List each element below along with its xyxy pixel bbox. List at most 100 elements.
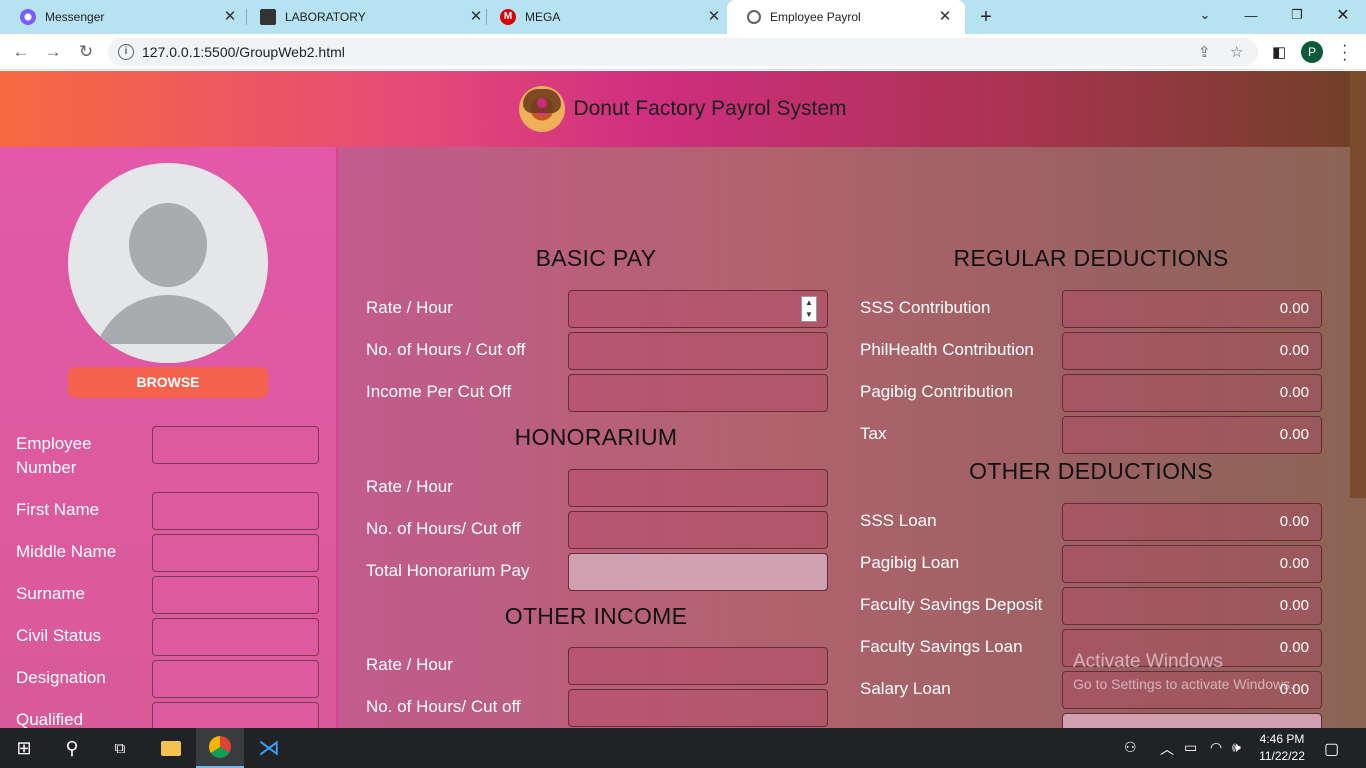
income-per-cutoff-input[interactable] [568,374,828,412]
tab-mega[interactable]: M MEGA ✕ [480,0,726,34]
page-title: Donut Factory Payrol System [573,97,847,120]
avatar [68,163,268,363]
sss-loan-label: SSS Loan [860,511,937,530]
info-icon[interactable]: i [118,44,134,60]
browser-tab-strip: Messenger ✕ LABORATORY ✕ M MEGA ✕ Employ… [0,0,1366,34]
income-per-cutoff-label: Income Per Cut Off [366,382,512,401]
back-button[interactable]: ← [10,41,32,63]
other-income-hours-input[interactable] [568,689,828,727]
side-panel-icon[interactable]: ◧ [1272,43,1286,61]
browse-button[interactable]: BROWSE [68,367,268,398]
total-honorarium-label: Total Honorarium Pay [366,561,530,580]
honorarium-rate-input[interactable] [568,469,828,507]
new-tab-button[interactable]: + [976,7,996,27]
battery-icon[interactable]: ▭ [1184,739,1197,756]
employee-number-input[interactable] [152,426,319,464]
tab-label: LABORATORY [285,10,366,24]
star-icon[interactable]: ☆ [1230,43,1243,61]
forward-button[interactable]: → [42,41,64,63]
sss-contribution-input[interactable]: 0.00 [1062,290,1322,328]
regular-deductions-title: REGULAR DEDUCTIONS [953,245,1229,271]
vscode-icon[interactable]: ⋊ [246,728,292,768]
basic-hours-input[interactable] [568,332,828,370]
basic-rate-input[interactable]: ▲ ▼ [568,290,828,328]
menu-icon[interactable]: · · · [1342,38,1348,68]
donut-logo-icon [519,86,566,132]
pagibig-loan-label: Pagibig Loan [860,553,960,572]
philhealth-contribution-input[interactable]: 0.00 [1062,332,1322,370]
honorarium-hours-input[interactable] [568,511,828,549]
close-icon[interactable]: ✕ [937,9,953,25]
taskbar: ⊞ ⚲ ⧉ ⋊ ⚇ ︿ ▭ ◠ 🕪 4:46 PM 11/22/22 ▢ [0,728,1366,768]
next-deduction-input [1062,713,1322,728]
qualified-input[interactable] [152,702,319,728]
tab-employee-payrol[interactable]: Employee Payrol ✕ [727,0,965,34]
middle-name-input[interactable] [152,534,319,572]
address-bar[interactable]: i 127.0.0.1:5500/GroupWeb2.html ⇪ ☆ [108,38,1258,66]
pagibig-loan-input[interactable]: 0.00 [1062,545,1322,583]
payroll-main: BASIC PAY Rate / Hour ▲ ▼ No. of Hours / … [338,147,1366,728]
surname-label: Surname [16,584,85,603]
chrome-icon[interactable] [196,728,244,768]
file-explorer-icon[interactable] [148,728,194,768]
tab-messenger[interactable]: Messenger ✕ [0,0,246,34]
first-name-label: First Name [16,500,100,519]
philhealth-contribution-label: PhilHealth Contribution [860,340,1034,359]
close-icon[interactable]: ✕ [222,9,238,25]
basic-hours-label: No. of Hours / Cut off [366,340,526,359]
people-icon[interactable]: ⚇ [1124,739,1137,756]
tab-laboratory[interactable]: LABORATORY ✕ [240,0,486,34]
number-spinner[interactable]: ▲ ▼ [801,296,817,322]
other-income-rate-input[interactable] [568,647,828,685]
clock-date: 11/22/22 [1259,749,1305,763]
page: Donut Factory Payrol System BROWSE Emplo… [0,71,1366,728]
chevron-up-icon[interactable]: ︿ [1160,739,1174,759]
faculty-savings-deposit-input[interactable]: 0.00 [1062,587,1322,625]
middle-name-label: Middle Name [16,542,117,561]
other-deductions-title: OTHER DEDUCTIONS [969,458,1213,484]
page-header: Donut Factory Payrol System [0,71,1366,147]
designation-input[interactable] [152,660,319,698]
basic-rate-label: Rate / Hour [366,298,453,317]
watermark-subtitle: Go to Settings to activate Windows. [1073,676,1294,692]
employee-number-label: Employee Number [16,434,92,477]
tax-label: Tax [860,424,887,443]
close-window-button[interactable]: ✕ [1320,0,1366,30]
profile-avatar[interactable]: P [1301,41,1323,63]
globe-icon [747,10,761,24]
url-text[interactable]: 127.0.0.1:5500/GroupWeb2.html [142,44,345,60]
pagibig-contribution-label: Pagibig Contribution [860,382,1014,401]
share-icon[interactable]: ⇪ [1198,43,1211,61]
sss-contribution-label: SSS Contribution [860,298,991,317]
notification-icon[interactable]: ▢ [1324,739,1339,759]
volume-icon[interactable]: 🕪 [1232,739,1241,756]
other-income-hours-label: No. of Hours/ Cut off [366,697,521,716]
close-icon[interactable]: ✕ [706,9,722,25]
basic-pay-title: BASIC PAY [535,245,657,271]
messenger-icon [20,9,36,25]
sss-loan-input[interactable]: 0.00 [1062,503,1322,541]
restore-button[interactable]: ❐ [1274,0,1320,30]
tax-input[interactable]: 0.00 [1062,416,1322,454]
wifi-icon[interactable]: ◠ [1210,739,1222,756]
task-view-icon[interactable]: ⧉ [96,728,144,768]
salary-loan-label: Salary Loan [860,679,951,698]
other-income-rate-label: Rate / Hour [366,655,453,674]
tab-label: Messenger [45,10,105,24]
chevron-down-icon[interactable]: ⌄ [1182,0,1228,30]
pagibig-contribution-input[interactable]: 0.00 [1062,374,1322,412]
page-scrollbar[interactable] [1350,71,1366,498]
surname-input[interactable] [152,576,319,614]
reload-button[interactable]: ↻ [75,41,97,63]
windows-start-icon[interactable]: ⊞ [0,728,48,768]
civil-status-input[interactable] [152,618,319,656]
faculty-savings-deposit-label: Faculty Savings Deposit [860,595,1043,614]
first-name-input[interactable] [152,492,319,530]
search-icon[interactable]: ⚲ [48,728,96,768]
avatar-head [129,203,207,287]
qualified-label: Qualified [16,710,84,728]
watermark-title: Activate Windows [1073,651,1223,672]
clock[interactable]: 4:46 PM 11/22/22 [1252,731,1312,765]
minimize-button[interactable]: — [1228,0,1274,30]
clock-time: 4:46 PM [1259,732,1305,746]
